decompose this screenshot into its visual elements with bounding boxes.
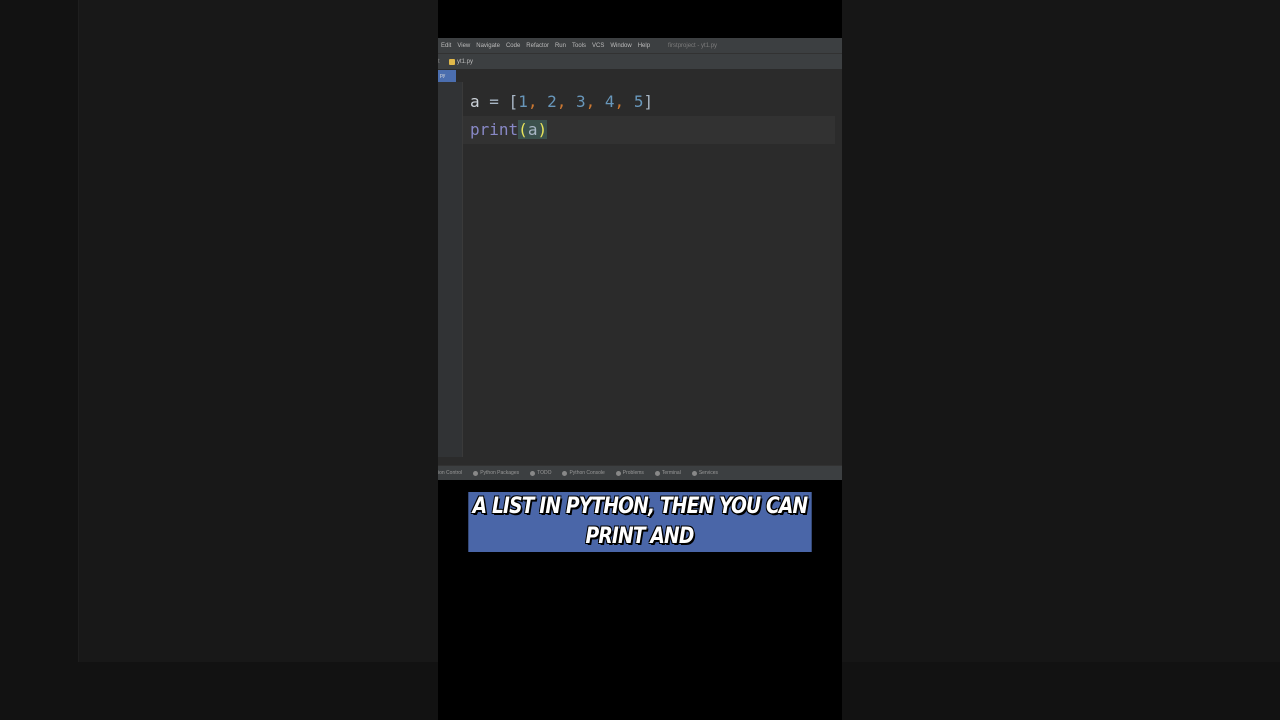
code-editor[interactable]: a = [1, 2, 3, 4, 5] print(a) <box>438 82 842 457</box>
window-title: firstproject - yt1.py <box>668 42 718 49</box>
number-token: 1 <box>518 92 528 111</box>
tab-label: yt1.py <box>457 58 474 65</box>
caption-line-2: PRINT AND <box>582 522 698 552</box>
line-gutter <box>438 82 463 457</box>
tool-python-console[interactable]: Python Console <box>562 470 605 476</box>
tool-label: Python Console <box>569 470 605 476</box>
tool-label: TODO <box>537 470 552 476</box>
menu-edit[interactable]: Edit <box>441 43 451 49</box>
todo-icon <box>530 470 536 476</box>
tool-label: Python Packages <box>480 470 520 476</box>
menu-run[interactable]: Run <box>555 43 566 49</box>
paren-close-token: ) <box>537 120 548 139</box>
menu-vcs[interactable]: VCS <box>592 43 604 49</box>
problems-icon <box>615 470 621 476</box>
tool-version-control[interactable]: ion Control <box>438 470 462 476</box>
project-tool-strip[interactable]: py <box>438 70 456 82</box>
tool-label: Services <box>698 470 718 476</box>
number-token: 2 <box>547 92 557 111</box>
number-token: 3 <box>576 92 586 111</box>
menu-navigate[interactable]: Navigate <box>476 43 500 49</box>
operator-token: = <box>479 92 509 111</box>
tab-yt1-py[interactable]: yt1.py <box>446 58 474 65</box>
menu-help[interactable]: Help <box>638 43 650 49</box>
video-caption: A LIST IN PYTHON, THEN YOU CAN WRITE PRI… <box>438 492 842 552</box>
python-file-icon <box>449 58 455 65</box>
terminal-icon <box>654 470 660 476</box>
code-line-2: print(a) <box>463 116 835 144</box>
background-left-panel <box>78 0 438 662</box>
tool-python-packages[interactable]: Python Packages <box>473 470 519 476</box>
bracket-open-token: [ <box>508 92 519 111</box>
services-icon <box>691 470 697 476</box>
packages-icon <box>473 470 479 476</box>
comma-token: , <box>556 92 576 111</box>
paren-open-token: ( <box>518 120 528 139</box>
number-token: 5 <box>633 92 644 111</box>
tool-services[interactable]: Services <box>691 470 718 476</box>
tool-label: Terminal <box>661 470 681 476</box>
editor-tab-bar: t yt1.py <box>438 53 842 69</box>
video-frame: Edit View Navigate Code Refactor Run Too… <box>438 0 842 720</box>
background-right-panel <box>842 0 1280 662</box>
ide-window: Edit View Navigate Code Refactor Run Too… <box>438 38 842 480</box>
background-left-blur <box>0 0 438 720</box>
variable-token: a <box>470 92 480 111</box>
tool-problems[interactable]: Problems <box>615 470 644 476</box>
menu-code[interactable]: Code <box>506 43 520 49</box>
comma-token: , <box>585 92 605 111</box>
menu-window[interactable]: Window <box>610 43 631 49</box>
builtin-function-token: print <box>470 120 519 139</box>
background-right-blur <box>842 0 1280 720</box>
code-line-1: a = [1, 2, 3, 4, 5] <box>470 88 835 116</box>
bracket-close-token: ] <box>643 92 654 111</box>
console-icon <box>562 470 568 476</box>
menu-view[interactable]: View <box>457 43 470 49</box>
tool-terminal[interactable]: Terminal <box>654 470 681 476</box>
menu-bar: Edit View Navigate Code Refactor Run Too… <box>438 38 842 53</box>
tool-window-bar: ion Control Python Packages TODO Python … <box>438 465 842 480</box>
number-token: 4 <box>604 92 615 111</box>
comma-token: , <box>527 92 548 111</box>
tool-label: ion Control <box>438 470 463 476</box>
menu-tools[interactable]: Tools <box>572 43 586 49</box>
tab-side-marker: t <box>438 58 440 65</box>
argument-token: a <box>527 120 538 139</box>
tool-label: Problems <box>622 470 644 476</box>
menu-refactor[interactable]: Refactor <box>526 43 549 49</box>
code-area[interactable]: a = [1, 2, 3, 4, 5] print(a) <box>463 88 835 144</box>
comma-token: , <box>614 92 634 111</box>
tool-todo[interactable]: TODO <box>530 470 551 476</box>
